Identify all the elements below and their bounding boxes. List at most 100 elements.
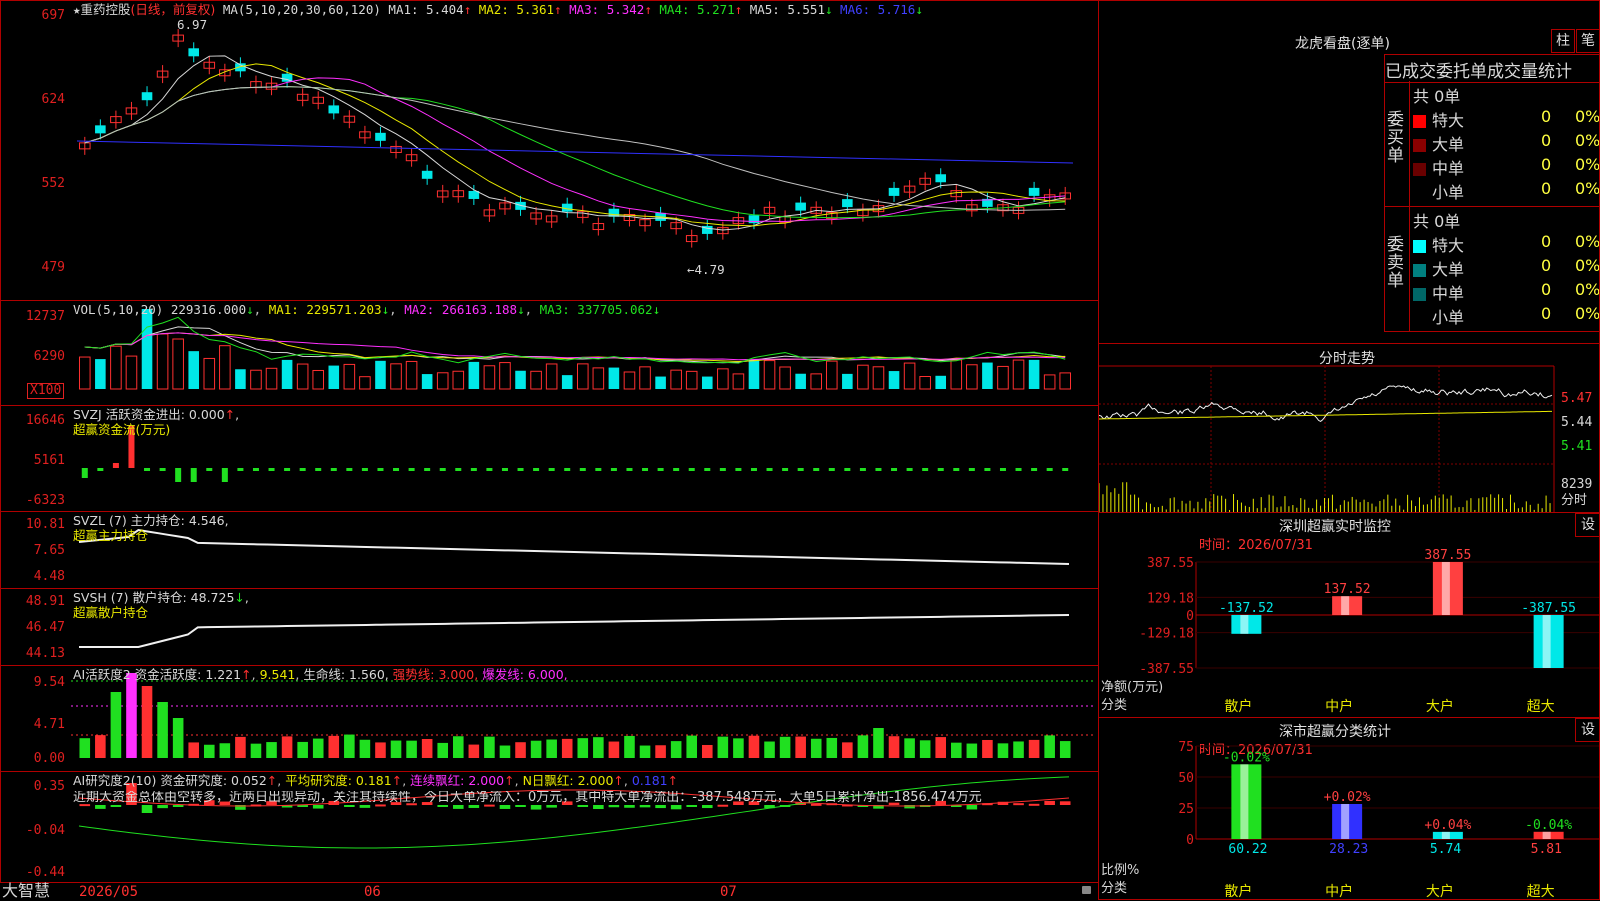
lhb-row-count: 0 (1541, 155, 1552, 174)
lhb-panel[interactable]: 龙虎看盘(逐单) 柱 笔 已成交 委托单 成交量统计 委买单 共 0单 特大 0 0… (1098, 0, 1600, 344)
sell-total: 共 0单 (1413, 212, 1461, 231)
activity-bar (577, 738, 589, 758)
volume-bar-down (141, 309, 153, 389)
volume-panel[interactable]: 12737 6290 X100 VOL(5,10,20) 229316.000↓… (0, 300, 1099, 406)
column-button[interactable]: 柱 (1551, 29, 1575, 53)
svzj-axis-2: 5161 (33, 453, 65, 468)
sz-monitor-panel[interactable]: 深圳超赢实时监控 设 时间：2026/07/31 387.55 129.18 0 -1… (1098, 512, 1600, 718)
vol-axis-1: 12737 (25, 309, 65, 324)
svsh-panel[interactable]: 48.91 46.47 44.13 SVSH (7) 散户持仓: 48.725↓… (0, 588, 1099, 666)
ai-research-panel[interactable]: 0.35 -0.04 -0.44 AI研究度2(10) 资金研究度: 0.052… (0, 771, 1099, 883)
ratio-bar-chart[interactable]: 75 50 25 0 -0.02% 60.22 散户 +0.02% 28.23 中户 +0.04% 5… (1099, 718, 1600, 900)
price-panel[interactable]: 697 624 552 479 ★重药控股(日线，前复权) MA(5,10,20… (0, 0, 1099, 301)
volume-bar-up (1012, 359, 1025, 390)
research-chart[interactable] (1, 772, 1099, 883)
research-bar (437, 805, 449, 807)
activity-bar (141, 686, 153, 758)
bar-value-label: +0.04% (1424, 818, 1471, 833)
flow-bar (626, 468, 633, 471)
lhb-row-label: 小单 (1432, 308, 1465, 327)
research-bar (593, 805, 604, 810)
candle-down (888, 187, 900, 196)
svzl-panel[interactable]: 10.81 7.65 4.48 SVZL (7) 主力持仓: 4.546, 超赢… (0, 511, 1099, 589)
volume-bar-down (655, 376, 666, 389)
candle-down (935, 174, 947, 183)
candle-down (141, 92, 153, 101)
tab-orders[interactable]: 委托单 (1436, 57, 1487, 82)
lock-icon[interactable] (1082, 886, 1091, 894)
lhb-row: 中单 0 0% (1413, 280, 1599, 304)
research-bar (499, 805, 511, 809)
lhb-row-label: 小单 (1432, 183, 1465, 202)
activity-bar (826, 737, 838, 758)
research-bar (515, 805, 526, 807)
activity-bar (593, 737, 604, 758)
activity-bar (624, 735, 635, 758)
volume-bar-up (78, 356, 91, 390)
svzj-panel[interactable]: 16646 5161 -6323 SVZJ 活跃资金进出: 0.000↑, 超赢… (0, 405, 1099, 512)
lhb-row-percent: 0% (1575, 131, 1600, 150)
tab-filled[interactable]: 已成交 (1385, 57, 1436, 82)
ma-line (84, 77, 1066, 223)
tab-volume-stats[interactable]: 成交量统计 (1487, 57, 1572, 82)
flow-bar (984, 468, 991, 471)
volume-bar-down (888, 371, 900, 389)
activity-bar (437, 742, 449, 758)
sz-class-panel[interactable]: 深市超赢分类统计 设 时间：2026/07/31 75 50 25 0 -0.02% 60… (1098, 717, 1600, 900)
price-axis-2: 624 (41, 92, 65, 107)
svzj-header: SVZJ 活跃资金进出: 0.000↑, (73, 407, 240, 422)
candle-down (421, 170, 433, 179)
candle-down (188, 48, 200, 57)
volume-bar-up (732, 373, 745, 390)
period-label: (日线，前复权) (130, 2, 216, 17)
activity-bar (670, 741, 682, 758)
volume-bar-up (436, 372, 449, 390)
volume-bar-up (219, 345, 231, 390)
lhb-row-label: 特大 (1432, 236, 1465, 255)
bar-highlight (1341, 803, 1350, 839)
volume-bar-up (125, 355, 138, 390)
ma-header: MA(5,10,20,30,60,120) (222, 2, 381, 17)
bar-ratio-label: 60.22 (1228, 842, 1267, 857)
flow-bar (81, 468, 88, 478)
flow-bar (673, 468, 680, 471)
chart-area[interactable]: 697 624 552 479 ★重药控股(日线，前复权) MA(5,10,20… (0, 0, 1099, 900)
candlestick-chart[interactable] (1, 1, 1099, 301)
lhb-row: 大单 0 0% (1413, 256, 1599, 280)
brand-label: 大智慧 (2, 881, 51, 900)
time-label-may: 2026/05 (79, 884, 139, 900)
activity-bar (468, 744, 480, 758)
volume-bar-down (701, 376, 713, 389)
category-label: 中户 (1325, 698, 1353, 715)
ma-value-6: MA6: 5.716↓ (832, 2, 923, 17)
net-amount-bar-chart[interactable]: 387.55 129.18 0 -129.18 -387.55 -137.52 散户 137.… (1099, 513, 1600, 718)
ai-activity-panel[interactable]: 9.54 4.71 0.00 AI活跃度2 资金活跃度: 1.221↑, 9.5… (0, 665, 1099, 772)
flow-bar (330, 468, 337, 471)
flow-bar (268, 468, 275, 471)
research-bar (359, 805, 371, 808)
intraday-chart[interactable] (1099, 344, 1600, 513)
candle-down (842, 199, 853, 208)
research-bar (157, 805, 168, 809)
volume-bar-up (110, 345, 122, 390)
flow-bar (175, 468, 182, 482)
ai1-axis-1: 9.54 (33, 675, 65, 690)
volume-bar-down (795, 373, 806, 389)
time-axis: 大智慧 2026/05 06 07 (0, 882, 1099, 901)
volume-bar-down (608, 367, 620, 389)
stroke-button[interactable]: 笔 (1576, 29, 1599, 53)
lhb-row-count: 0 (1541, 107, 1552, 126)
research-bar (577, 805, 589, 807)
volume-bar-up (359, 376, 371, 390)
flow-bar (906, 468, 913, 471)
intraday-panel[interactable]: 分时走势 5.47 5.44 5.41 8239 分时 (1098, 343, 1600, 513)
activity-bar (810, 738, 822, 758)
flow-bar (361, 468, 368, 471)
flow-bar (299, 468, 306, 471)
svsh-axis-2: 46.47 (25, 620, 65, 635)
activity-bar (795, 736, 806, 758)
activity-bar (997, 743, 1009, 758)
lhb-row: 特大 0 0% (1413, 232, 1599, 256)
position-line (78, 528, 1070, 565)
ma-value-2: MA2: 5.361↑ (471, 2, 562, 17)
